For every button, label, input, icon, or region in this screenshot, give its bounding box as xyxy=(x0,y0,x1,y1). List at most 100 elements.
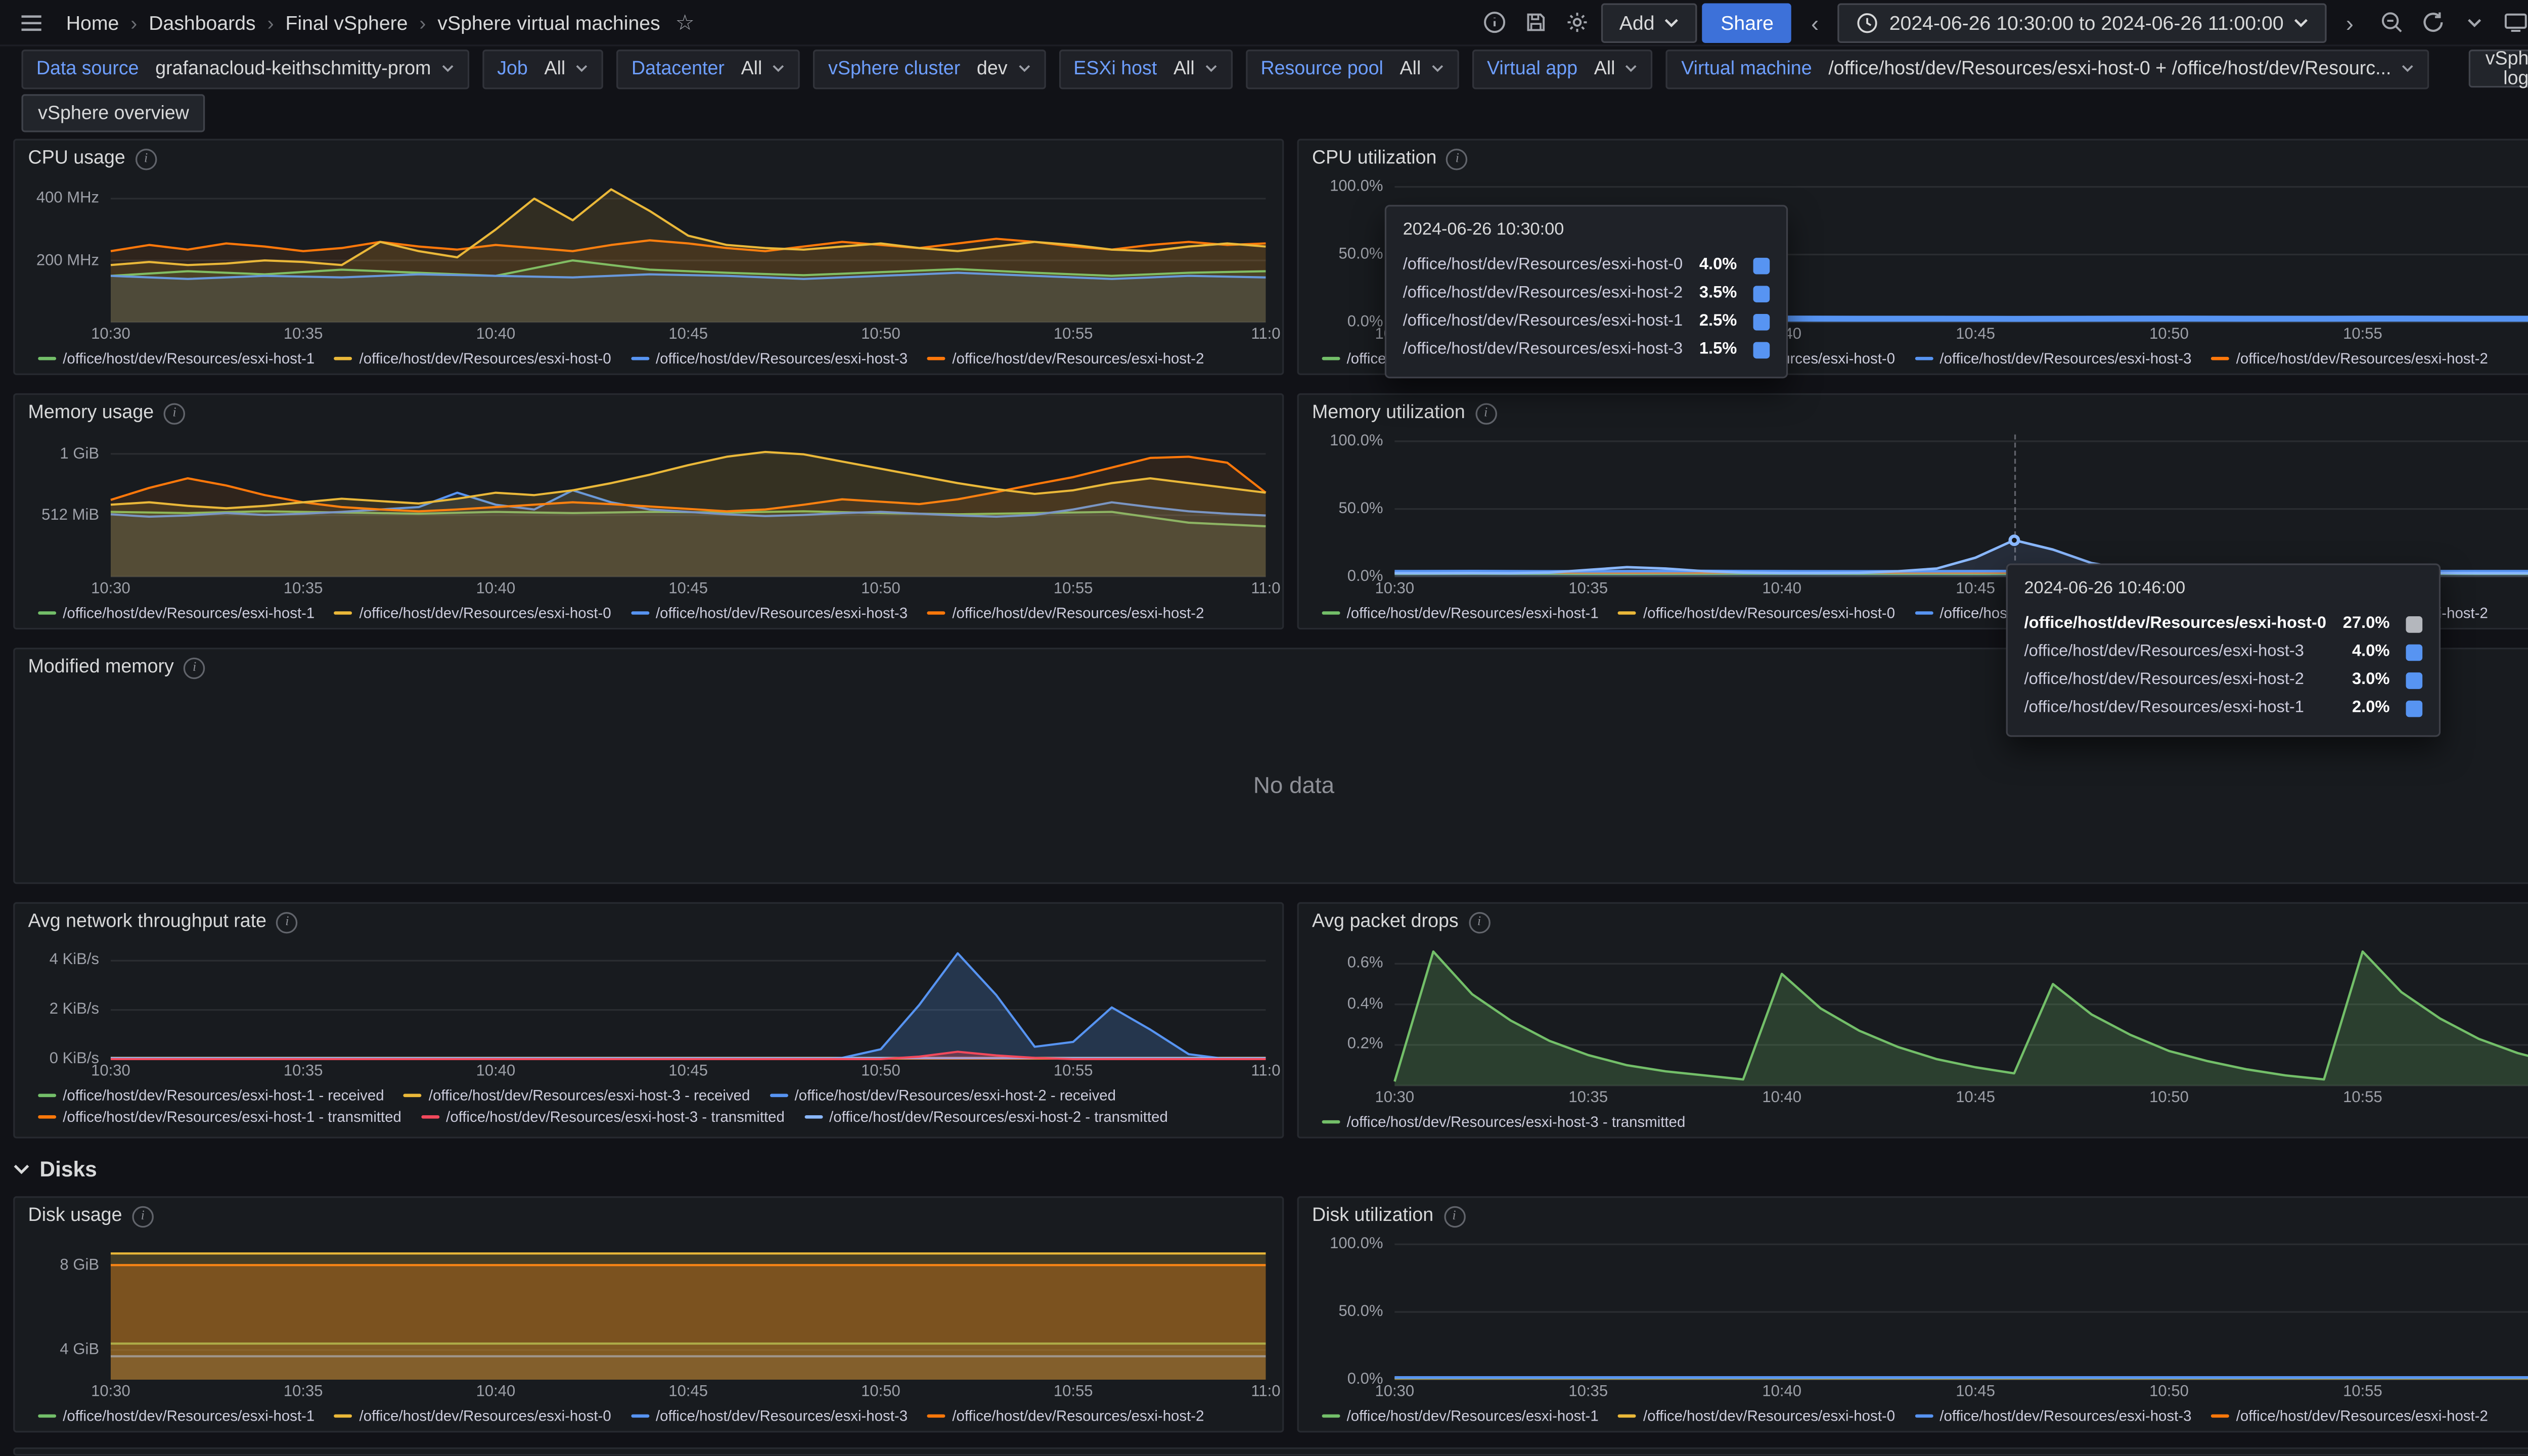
refresh-button[interactable] xyxy=(2414,3,2451,42)
x-axis-label: 10:55 xyxy=(2343,1089,2382,1107)
plot-area[interactable] xyxy=(111,1238,1266,1380)
breadcrumb-folder[interactable]: Final vSphere xyxy=(286,11,408,34)
filter-resource-pool[interactable]: Resource pool All xyxy=(1246,49,1459,88)
legend-item[interactable]: /office/host/dev/Resources/esxi-host-1 xyxy=(1322,1408,1599,1425)
legend-item[interactable]: /office/host/dev/Resources/esxi-host-2 xyxy=(2211,350,2488,367)
filter-esxi-host[interactable]: ESXi host All xyxy=(1059,49,1233,88)
legend-item[interactable]: /office/host/dev/Resources/esxi-host-2 xyxy=(927,1408,1204,1425)
plot-area[interactable] xyxy=(1394,435,2528,577)
filter-virtual-app[interactable]: Virtual app All xyxy=(1472,49,1653,88)
legend: /office/host/dev/Resources/esxi-host-1/o… xyxy=(38,1408,1269,1425)
legend-item[interactable]: /office/host/dev/Resources/esxi-host-0 xyxy=(335,605,611,621)
legend-item[interactable]: /office/host/dev/Resources/esxi-host-1 xyxy=(38,350,314,367)
vsphere-overview-link[interactable]: vSphere overview xyxy=(21,94,205,132)
vsphere-logs-link[interactable]: vSphere logs xyxy=(2469,50,2528,87)
y-axis: 4 GiB8 GiB xyxy=(28,1238,111,1380)
panel-header[interactable]: Disk utilization i xyxy=(1299,1198,2528,1234)
add-button[interactable]: Add xyxy=(1601,3,1698,42)
share-button-label: Share xyxy=(1721,11,1774,34)
legend-item[interactable]: /office/host/dev/Resources/esxi-host-3 xyxy=(631,1408,908,1425)
share-button[interactable]: Share xyxy=(1702,3,1792,42)
panel-header[interactable]: Avg network throughput rate i xyxy=(15,904,1282,940)
legend-item[interactable]: /office/host/dev/Resources/esxi-host-3 xyxy=(631,605,908,621)
plot-area[interactable] xyxy=(111,435,1266,577)
breadcrumb-home[interactable]: Home xyxy=(66,11,119,34)
tv-mode-button[interactable] xyxy=(2497,3,2528,42)
filter-virtual-machine[interactable]: Virtual machine /office/host/dev/Resourc… xyxy=(1666,49,2429,88)
save-icon xyxy=(1524,10,1549,35)
section-disks[interactable]: Disks xyxy=(13,1153,97,1183)
legend-item[interactable]: /office/host/dev/Resources/esxi-host-2 xyxy=(927,350,1204,367)
legend-item[interactable]: /office/host/dev/Resources/esxi-host-1 -… xyxy=(38,1087,384,1104)
refresh-interval-button[interactable] xyxy=(2456,3,2492,42)
legend-item[interactable]: /office/host/dev/Resources/esxi-host-1 xyxy=(38,605,314,621)
panel-info-icon[interactable]: i xyxy=(184,657,205,678)
chevron-down-icon xyxy=(1431,64,1444,72)
filter-data-source[interactable]: Data source grafanacloud-keithschmitty-p… xyxy=(21,49,469,88)
filter-vsphere-cluster[interactable]: vSphere cluster dev xyxy=(814,49,1046,88)
time-range-text: 2024-06-26 10:30:00 to 2024-06-26 11:00:… xyxy=(1889,11,2284,34)
panel-header[interactable]: CPU utilization i xyxy=(1299,141,2528,177)
dashboard-settings-button[interactable] xyxy=(1560,3,1596,42)
panel-info-icon[interactable]: i xyxy=(164,402,185,424)
panel-header[interactable]: CPU usage i xyxy=(15,141,1282,177)
legend-item[interactable]: /office/host/dev/Resources/esxi-host-0 xyxy=(1618,1408,1895,1425)
zoom-out-button[interactable] xyxy=(2373,3,2409,42)
x-axis: 10:3010:3510:4010:4510:5010:5511:0 xyxy=(1394,1383,2528,1402)
time-forward-button[interactable]: › xyxy=(2331,3,2368,42)
x-axis-label: 10:40 xyxy=(476,1383,516,1401)
filter-job[interactable]: Job All xyxy=(482,49,604,88)
legend-item[interactable]: /office/host/dev/Resources/esxi-host-1 xyxy=(1322,605,1599,621)
legend-item[interactable]: /office/host/dev/Resources/esxi-host-2 xyxy=(2211,1408,2488,1425)
series-color-swatch xyxy=(2406,672,2423,689)
filter-label: Datacenter xyxy=(618,59,738,78)
legend-item[interactable]: /office/host/dev/Resources/esxi-host-3 -… xyxy=(1322,1114,1686,1130)
legend-item[interactable]: /office/host/dev/Resources/esxi-host-3 xyxy=(1915,350,2191,367)
legend-item[interactable]: /office/host/dev/Resources/esxi-host-1 xyxy=(38,1408,314,1425)
y-axis: 200 MHz400 MHz xyxy=(28,180,111,322)
dashboard-info-button[interactable] xyxy=(1477,3,1514,42)
time-back-button[interactable]: ‹ xyxy=(1797,3,1833,42)
legend-item[interactable]: /office/host/dev/Resources/esxi-host-0 xyxy=(1618,605,1895,621)
gear-icon xyxy=(1566,10,1591,35)
legend-item[interactable]: /office/host/dev/Resources/esxi-host-0 xyxy=(335,1408,611,1425)
x-axis-label: 10:35 xyxy=(1568,1383,1608,1401)
legend-item[interactable]: /office/host/dev/Resources/esxi-host-3 -… xyxy=(421,1109,785,1125)
panel-info-icon[interactable]: i xyxy=(1443,1205,1465,1226)
panel-header[interactable]: Memory usage i xyxy=(15,395,1282,431)
panel-header[interactable]: Disk usage i xyxy=(15,1198,1282,1234)
filter-datacenter[interactable]: Datacenter All xyxy=(617,49,800,88)
save-dashboard-button[interactable] xyxy=(1518,3,1555,42)
legend-swatch xyxy=(2211,356,2230,360)
plot-area[interactable] xyxy=(111,943,1266,1059)
legend-item[interactable]: /office/host/dev/Resources/esxi-host-3 -… xyxy=(404,1087,750,1104)
legend-label: /office/host/dev/Resources/esxi-host-2 xyxy=(952,605,1204,621)
panel-info-icon[interactable]: i xyxy=(1468,911,1489,932)
legend-item[interactable]: /office/host/dev/Resources/esxi-host-1 -… xyxy=(38,1109,401,1125)
x-axis-label: 10:45 xyxy=(668,580,708,598)
panel-info-icon[interactable]: i xyxy=(277,911,298,932)
panel-header[interactable]: Memory utilization i xyxy=(1299,395,2528,431)
panel-info-icon[interactable]: i xyxy=(132,1205,153,1226)
x-axis-label: 10:35 xyxy=(284,326,323,344)
panel-info-icon[interactable]: i xyxy=(1475,402,1496,424)
plot-area[interactable] xyxy=(1394,943,2528,1085)
legend-item[interactable]: /office/host/dev/Resources/esxi-host-2 -… xyxy=(804,1109,1168,1125)
panel-info-icon[interactable]: i xyxy=(1447,148,1468,169)
legend-item[interactable]: /office/host/dev/Resources/esxi-host-0 xyxy=(335,350,611,367)
legend-item[interactable]: /office/host/dev/Resources/esxi-host-2 xyxy=(927,605,1204,621)
breadcrumb-dashboards[interactable]: Dashboards xyxy=(149,11,256,34)
breadcrumb-dashboard-title[interactable]: vSphere virtual machines xyxy=(437,11,660,34)
menu-button[interactable] xyxy=(13,3,50,42)
panel-header[interactable]: Avg packet drops i xyxy=(1299,904,2528,940)
star-icon[interactable]: ☆ xyxy=(667,3,703,42)
legend-item[interactable]: /office/host/dev/Resources/esxi-host-3 xyxy=(1915,1408,2191,1425)
legend-label: /office/host/dev/Resources/esxi-host-3 xyxy=(1939,1408,2191,1425)
plot-area[interactable] xyxy=(111,180,1266,322)
x-axis-label: 10:35 xyxy=(1568,580,1608,598)
panel-info-icon[interactable]: i xyxy=(135,148,156,169)
legend-item[interactable]: /office/host/dev/Resources/esxi-host-2 -… xyxy=(770,1087,1116,1104)
plot-area[interactable] xyxy=(1394,1238,2528,1380)
time-range-picker[interactable]: 2024-06-26 10:30:00 to 2024-06-26 11:00:… xyxy=(1838,3,2326,42)
legend-item[interactable]: /office/host/dev/Resources/esxi-host-3 xyxy=(631,350,908,367)
